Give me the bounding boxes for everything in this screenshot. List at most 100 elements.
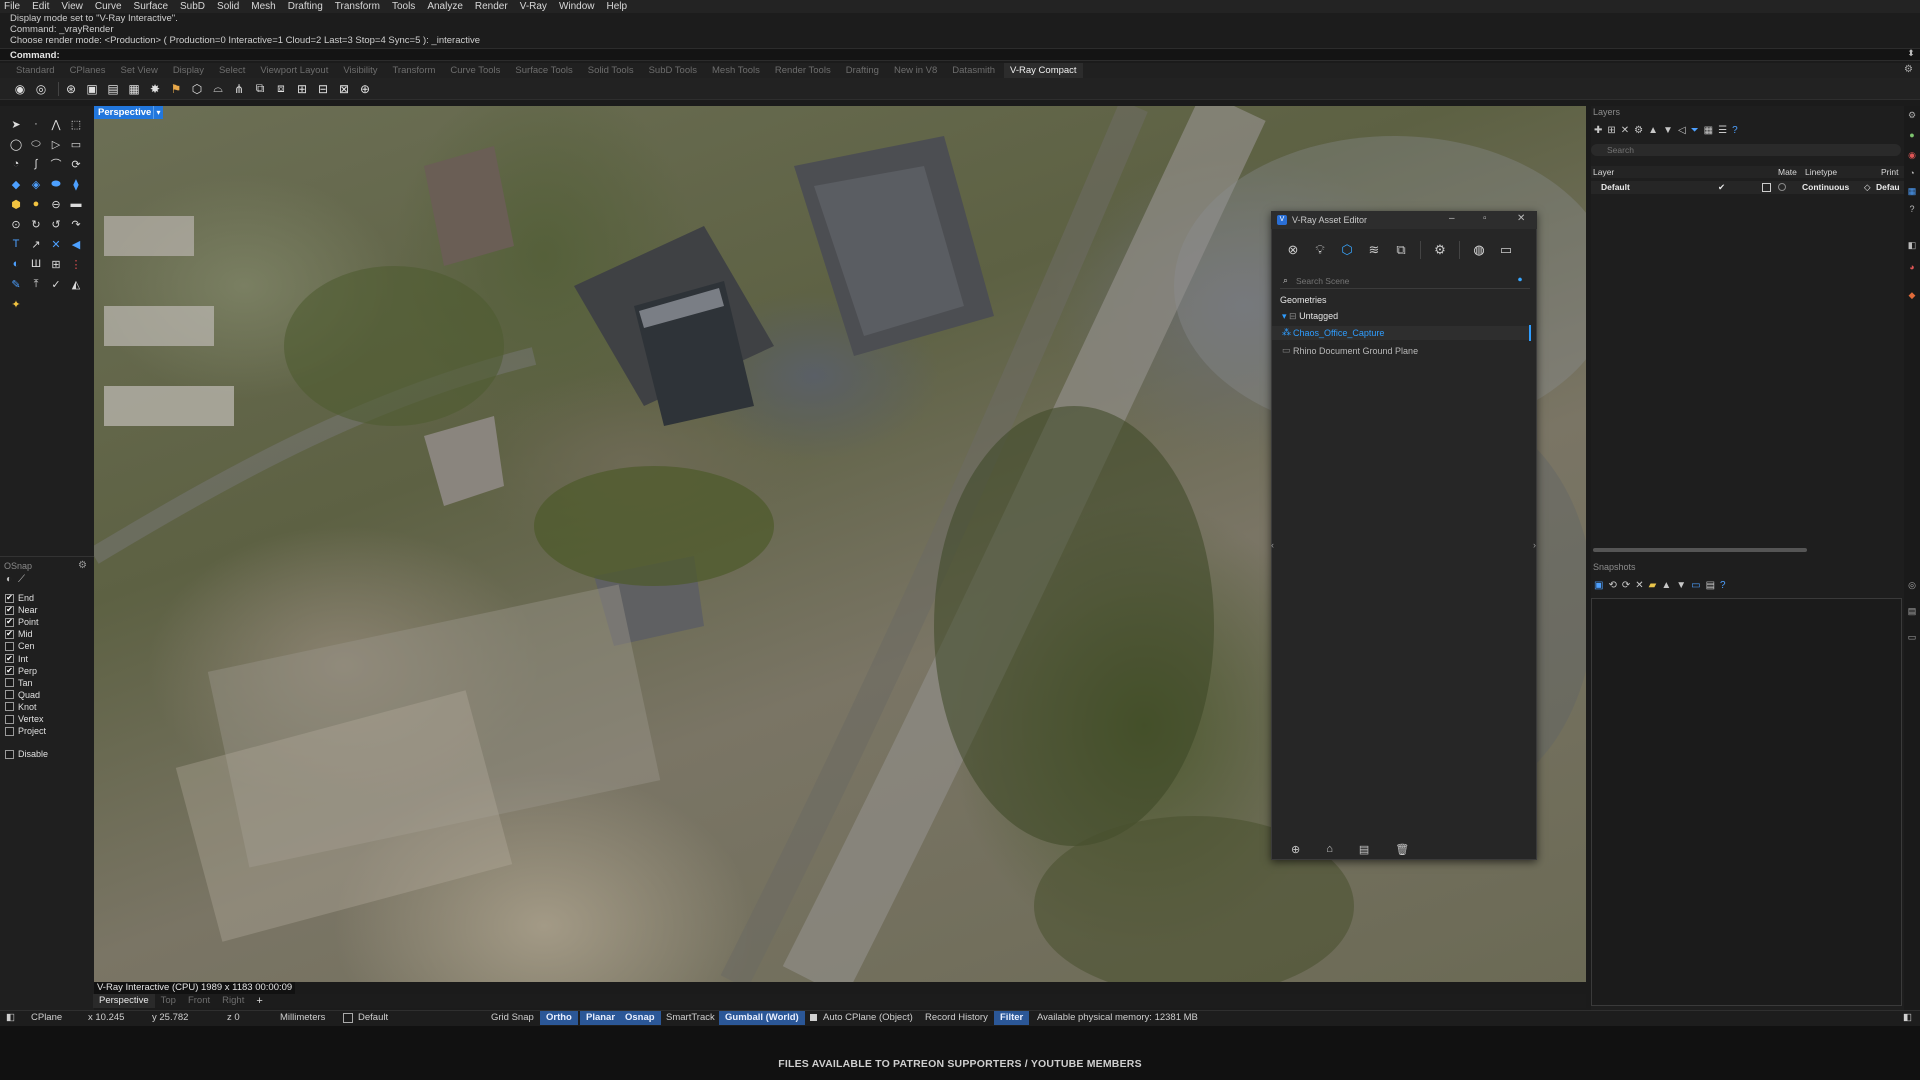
tab-mesh-tools[interactable]: Mesh Tools bbox=[712, 63, 760, 78]
osnap-checkbox[interactable] bbox=[5, 714, 14, 724]
osnap-checkbox[interactable]: ✔ bbox=[5, 629, 14, 639]
frame-buffer-icon[interactable]: ▣ bbox=[84, 81, 100, 97]
osnap-item-perp[interactable]: ✔ Perp bbox=[5, 665, 37, 677]
render-elements-icon[interactable]: ⧉ bbox=[1393, 242, 1409, 258]
untagged-group[interactable]: ▾ ⊟ Untagged bbox=[1282, 311, 1338, 322]
list-icon[interactable]: ▤ bbox=[1706, 580, 1715, 591]
grid-snap-toggle[interactable]: Grid Snap bbox=[491, 1011, 534, 1025]
geometry-icon[interactable]: ⬡ bbox=[1339, 242, 1355, 258]
move-left-icon[interactable]: ◁ bbox=[1678, 125, 1686, 136]
check-icon[interactable]: ✓ bbox=[46, 274, 66, 294]
chevron-down-icon[interactable]: ▾ bbox=[1282, 311, 1287, 321]
box-icon[interactable]: ⬡ bbox=[189, 81, 205, 97]
layer-linetype[interactable]: Continuous bbox=[1802, 182, 1849, 192]
delete-layer-icon[interactable]: ✕ bbox=[1621, 125, 1629, 136]
osnap-checkbox[interactable]: ✔ bbox=[5, 593, 14, 603]
layer-icon[interactable]: ✎ bbox=[6, 274, 26, 294]
select-icon[interactable]: ➤ bbox=[6, 114, 26, 134]
vray-search-input[interactable] bbox=[1282, 275, 1527, 287]
osnap-item-project[interactable]: Project bbox=[5, 725, 46, 737]
save-snapshot-icon[interactable]: ▣ bbox=[1594, 580, 1603, 591]
column-linetype[interactable]: Linetype bbox=[1805, 167, 1837, 177]
light-tool-icon[interactable]: ✦ bbox=[6, 294, 26, 314]
menu-render[interactable]: Render bbox=[475, 0, 508, 13]
move-up-icon[interactable]: ▲ bbox=[1648, 125, 1658, 136]
join-icon[interactable]: ◐ bbox=[6, 254, 26, 274]
properties-panel-icon[interactable]: ● bbox=[1907, 130, 1917, 140]
tab-display[interactable]: Display bbox=[173, 63, 204, 78]
osnap-item-tan[interactable]: Tan bbox=[5, 677, 33, 689]
viewport-title-tab[interactable]: Perspective bbox=[94, 106, 156, 119]
save-icon[interactable]: ▤ bbox=[1359, 843, 1369, 856]
lights-icon[interactable]: 💡︎ bbox=[1312, 242, 1328, 258]
osnap-item-point[interactable]: ✔ Point bbox=[5, 616, 39, 628]
array-icon[interactable]: ↷ bbox=[66, 214, 86, 234]
vray-asset-editor-icon[interactable]: ⊛ bbox=[63, 81, 79, 97]
properties-icon[interactable]: ⤒ bbox=[26, 274, 46, 294]
menu-help[interactable]: Help bbox=[607, 0, 628, 13]
auto-cplane-toggle[interactable]: Auto CPlane (Object) bbox=[823, 1011, 913, 1025]
snapshots-panel-icon[interactable]: ◎ bbox=[1907, 580, 1917, 590]
tab-cplanes[interactable]: CPlanes bbox=[70, 63, 106, 78]
lister-icon[interactable]: ▤ bbox=[105, 81, 121, 97]
rectangle-icon[interactable]: ▭ bbox=[66, 134, 86, 154]
named-cplanes-panel-icon[interactable]: ▭ bbox=[1907, 632, 1917, 642]
column-layer[interactable]: Layer bbox=[1593, 167, 1614, 177]
menu-transform[interactable]: Transform bbox=[335, 0, 380, 13]
add-viewport-tab-button[interactable]: + bbox=[256, 995, 262, 1007]
current-layer-check-icon[interactable]: ✔ bbox=[1718, 182, 1725, 193]
osnap-filter-icon[interactable]: ⟋ bbox=[18, 574, 25, 585]
mesh-clipper-icon[interactable]: ⧈ bbox=[273, 81, 289, 97]
add-asset-icon[interactable]: ⊕ bbox=[1291, 843, 1300, 856]
record-history-toggle[interactable]: Record History bbox=[925, 1011, 988, 1025]
tab-solid-tools[interactable]: Solid Tools bbox=[588, 63, 634, 78]
dome-icon[interactable]: ⌓ bbox=[210, 81, 226, 97]
arc-icon[interactable]: ◔ bbox=[6, 154, 26, 174]
mirror-icon[interactable]: ↺ bbox=[46, 214, 66, 234]
move-down-icon[interactable]: ▼ bbox=[1663, 125, 1673, 136]
osnap-item-quad[interactable]: Quad bbox=[5, 689, 40, 701]
menu-analyze[interactable]: Analyze bbox=[427, 0, 463, 13]
osnap-item-cen[interactable]: Cen bbox=[5, 640, 35, 652]
tab-viewport-layout[interactable]: Viewport Layout bbox=[260, 63, 328, 78]
osnap-checkbox[interactable]: ✔ bbox=[5, 617, 14, 627]
extrude-icon[interactable]: ⬬ bbox=[46, 174, 66, 194]
osnap-checkbox[interactable]: ✔ bbox=[5, 605, 14, 615]
menu-view[interactable]: View bbox=[61, 0, 83, 13]
named-views-panel-icon[interactable]: ▤ bbox=[1907, 606, 1917, 616]
ellipse-icon[interactable]: ⬭ bbox=[26, 134, 46, 154]
layer-row[interactable] bbox=[1591, 181, 1904, 194]
volume-icon[interactable]: ⊠ bbox=[336, 81, 352, 97]
block-icon[interactable]: Ш bbox=[26, 254, 46, 274]
scatter-icon[interactable]: ⊞ bbox=[294, 81, 310, 97]
list-view-icon[interactable]: ☰ bbox=[1718, 125, 1727, 136]
grid-view-icon[interactable]: ▦ bbox=[1704, 125, 1713, 136]
display-panel-icon[interactable]: ▦ bbox=[1907, 186, 1917, 196]
current-layer[interactable]: Default bbox=[358, 1011, 388, 1025]
help-panel-icon[interactable]: ? bbox=[1907, 204, 1917, 214]
osnap-item-end[interactable]: ✔ End bbox=[5, 592, 34, 604]
column-print[interactable]: Print bbox=[1881, 167, 1898, 177]
shell-icon[interactable]: ▬ bbox=[66, 194, 86, 214]
osnap-checkbox[interactable] bbox=[5, 726, 14, 736]
settings-icon[interactable]: ⚙ bbox=[1432, 242, 1448, 258]
mesh-icon[interactable]: ⊙ bbox=[6, 214, 26, 234]
osnap-item-vertex[interactable]: Vertex bbox=[5, 713, 44, 725]
menu-mesh[interactable]: Mesh bbox=[251, 0, 275, 13]
layer-color-swatch[interactable] bbox=[343, 1013, 353, 1023]
osnap-settings-icon[interactable]: ⚙ bbox=[78, 560, 87, 571]
delete-snapshot-icon[interactable]: ✕ bbox=[1635, 580, 1643, 591]
render-panel-icon[interactable]: ◔ bbox=[1907, 168, 1917, 178]
tab-transform[interactable]: Transform bbox=[392, 63, 435, 78]
chevron-down-icon[interactable]: ▾ bbox=[153, 106, 163, 119]
vray-render-icon[interactable]: ◉ bbox=[12, 81, 28, 97]
menu-subd[interactable]: SubD bbox=[180, 0, 205, 13]
geometry-item-label[interactable]: Chaos_Office_Capture bbox=[1293, 328, 1384, 338]
solid-box-icon[interactable]: ⬢ bbox=[6, 194, 26, 214]
polyline-icon[interactable]: ⋀ bbox=[46, 114, 66, 134]
circle-icon[interactable]: ◯ bbox=[6, 134, 26, 154]
osnap-disable-checkbox[interactable] bbox=[5, 749, 14, 759]
osnap-item-mid[interactable]: ✔ Mid bbox=[5, 628, 33, 640]
restore-icon[interactable]: ⟲ bbox=[1608, 580, 1616, 591]
close-icon[interactable]: ✕ bbox=[1517, 213, 1525, 224]
